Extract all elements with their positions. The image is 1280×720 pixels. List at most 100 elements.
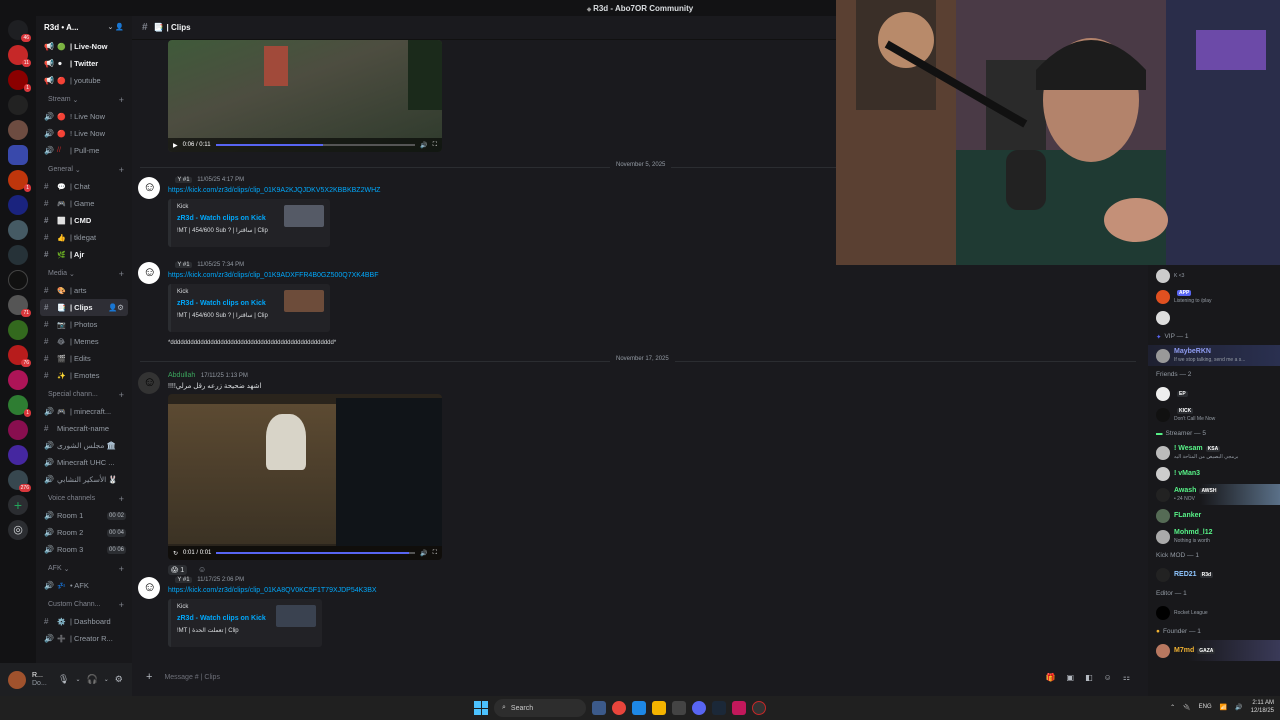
settings-icon[interactable]: 👤⚙ [108, 303, 124, 312]
video-progress[interactable] [216, 552, 416, 554]
channel-minecraft[interactable]: 🔊 🎮 | minecraft... [36, 403, 132, 420]
video-controls[interactable]: ▶ 0:06 / 0:11 🔊 ⛶ [168, 138, 442, 152]
member-item[interactable]: M7md GAZA [1148, 640, 1280, 661]
message-input[interactable]: Message # | Clips [164, 674, 220, 681]
channel-majlis[interactable]: 🔊 مجلس الشورى 🏛️ [36, 437, 132, 454]
video-controls[interactable]: ↻ 0:01 / 0:01 🔊 ⛶ [168, 546, 442, 560]
member-item[interactable]: KICK Don't Call Me Now [1148, 404, 1280, 425]
message-link[interactable]: https://kick.com/zr3d/clips/clip_01K9A2K… [168, 187, 380, 194]
channel-youtube[interactable]: 📢 🔴 | youtube [36, 72, 132, 89]
fullscreen-icon[interactable]: ⛶ [433, 550, 437, 557]
author-name[interactable] [168, 577, 170, 583]
category-stream[interactable]: Stream ⌄ + [36, 91, 132, 108]
server-icon[interactable] [8, 420, 28, 440]
voice-room-2[interactable]: 🔊 Room 2 00 04 [36, 524, 132, 541]
video-embed[interactable]: ▶ 0:06 / 0:11 🔊 ⛶ [168, 40, 442, 152]
channel-cmd[interactable]: # ⬜ | CMD [36, 212, 132, 229]
member-item[interactable]: EP [1148, 383, 1280, 404]
member-item[interactable]: RED21 R3d [1148, 564, 1280, 585]
steam-icon[interactable] [712, 701, 726, 715]
copilot-icon[interactable] [592, 701, 606, 715]
category-voice[interactable]: Voice channels + [36, 490, 132, 507]
server-icon[interactable]: 276 [8, 470, 31, 492]
add-channel-icon[interactable]: + [119, 564, 124, 574]
language-indicator[interactable]: ENG [1199, 704, 1212, 710]
category-special[interactable]: Special chann... + [36, 386, 132, 403]
avatar[interactable] [138, 577, 160, 599]
server-icon[interactable] [8, 445, 28, 465]
message-link[interactable]: https://kick.com/zr3d/clips/clip_01KA8QV… [168, 587, 377, 594]
add-reaction-icon[interactable]: ☺ [198, 565, 206, 574]
avatar[interactable] [138, 177, 160, 199]
message-composer[interactable]: + Message # | Clips 🎁 ▣ ◧ ☺ ⚏ [140, 667, 1140, 687]
attach-plus-icon[interactable]: + [146, 671, 152, 683]
obs-icon[interactable] [752, 701, 766, 715]
chevron-down-icon[interactable]: ⌄ [75, 676, 80, 683]
store-icon[interactable] [672, 701, 686, 715]
author-name[interactable] [168, 262, 170, 268]
chrome-icon[interactable] [612, 701, 626, 715]
microphone-icon[interactable]: 🎙 [58, 674, 69, 685]
server-icon[interactable] [8, 120, 28, 140]
embed-thumbnail[interactable] [284, 205, 324, 227]
volume-icon[interactable]: 🔊 [1235, 704, 1242, 711]
fullscreen-icon[interactable]: ⛶ [433, 142, 437, 149]
channel-memes[interactable]: # 😂 | Memes [36, 333, 132, 350]
user-info[interactable]: R... Do... [32, 672, 52, 688]
discover-icon[interactable]: ◎ [8, 520, 28, 540]
channel-dashboard[interactable]: # ⚙️ | Dashboard [36, 613, 132, 630]
member-item[interactable]: Mohmd_l12 Nothing is worth [1148, 526, 1280, 547]
embed-thumbnail[interactable] [276, 605, 316, 627]
video-progress[interactable] [215, 144, 416, 146]
member-item[interactable]: Rocket League [1148, 602, 1280, 623]
taskbar-search[interactable]: ⌕ Search [494, 699, 586, 717]
server-icon[interactable] [8, 245, 28, 265]
member-item[interactable]: K <3 [1148, 265, 1280, 286]
server-icon[interactable] [8, 145, 28, 165]
member-item[interactable]: MaybeRKN If we stop talking, send me a s.… [1148, 345, 1280, 366]
windows-start-icon[interactable] [474, 701, 488, 715]
add-channel-icon[interactable]: + [119, 165, 124, 175]
channel-minecraft-name[interactable]: # Minecraft-name [36, 420, 132, 437]
channel-live-now[interactable]: 🔊 🔴 ! Live Now [36, 108, 132, 125]
avatar[interactable] [138, 372, 160, 394]
server-icon[interactable] [8, 320, 28, 340]
sticker-icon[interactable]: ◧ [1085, 673, 1093, 682]
server-icon[interactable]: 11 [8, 45, 31, 67]
channel-ajr[interactable]: # 🌿 | Ajr [36, 246, 132, 263]
member-item[interactable]: ! Wesam KSA برمجي البصيص من المتاحة اليه [1148, 442, 1280, 463]
server-icon[interactable] [8, 270, 28, 290]
member-item[interactable]: Awash AWSH • 24 NOV [1148, 484, 1280, 505]
chevron-down-icon[interactable]: ⌄ [104, 676, 109, 683]
member-item[interactable] [1148, 307, 1280, 328]
author-name[interactable]: Abdullah [168, 372, 195, 379]
server-icon[interactable]: 1 [8, 170, 31, 192]
category-media[interactable]: Media ⌄ + [36, 265, 132, 282]
channel-game[interactable]: # 🎮 | Game [36, 195, 132, 212]
server-icon[interactable] [8, 95, 28, 115]
gift-icon[interactable]: 🎁 [1046, 673, 1056, 682]
network-icon[interactable]: 🔌 [1183, 704, 1190, 711]
wifi-icon[interactable]: 📶 [1220, 704, 1227, 711]
volume-icon[interactable]: 🔊 [420, 142, 427, 149]
member-item[interactable]: FLanker [1148, 505, 1280, 526]
category-general[interactable]: General ⌄ + [36, 161, 132, 178]
reaction[interactable]: 😱 1 [168, 565, 188, 575]
channel-arts[interactable]: # 🎨 | arts [36, 282, 132, 299]
gif-icon[interactable]: ▣ [1067, 673, 1075, 682]
emoji-icon[interactable]: ☺ [1104, 673, 1112, 682]
video-embed[interactable]: ↻ 0:01 / 0:01 🔊 ⛶ [168, 394, 442, 560]
avatar[interactable] [138, 262, 160, 284]
add-server-icon[interactable]: + [8, 495, 28, 515]
edge-icon[interactable] [632, 701, 646, 715]
add-channel-icon[interactable]: + [119, 494, 124, 504]
discord-icon[interactable] [692, 701, 706, 715]
server-icon[interactable]: 71 [8, 295, 31, 317]
member-item[interactable]: ! vMan3 [1148, 463, 1280, 484]
clock[interactable]: 2:11 AM 12/18/25 [1251, 699, 1274, 715]
server-icon[interactable] [8, 370, 28, 390]
play-icon[interactable]: ▶ [173, 142, 178, 149]
message-link[interactable]: https://kick.com/zr3d/clips/clip_01K9ADX… [168, 272, 378, 279]
discord-home-icon[interactable]: 46 [8, 20, 31, 42]
category-custom[interactable]: Custom Chann... + [36, 596, 132, 613]
